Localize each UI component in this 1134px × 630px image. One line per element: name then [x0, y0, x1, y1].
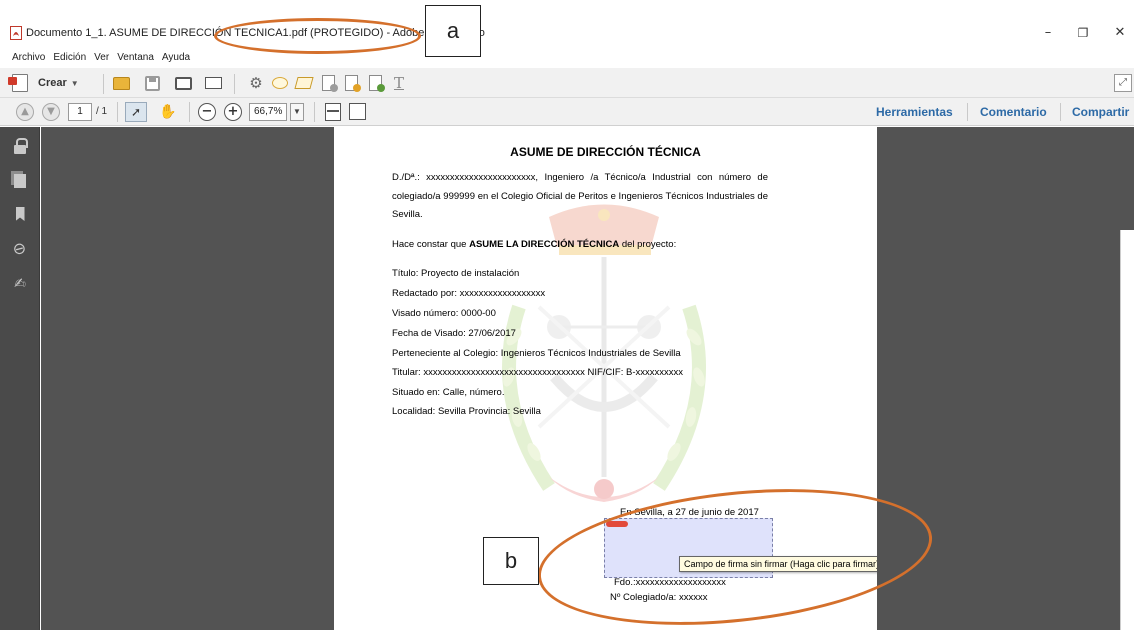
email-icon[interactable]	[204, 74, 222, 92]
chevron-down-icon: ▼	[70, 78, 79, 88]
create-button[interactable]: Crear ▼	[8, 73, 79, 93]
zoom-in-icon[interactable]: +	[224, 103, 242, 121]
highlight-icon[interactable]	[294, 74, 314, 92]
main-toolbar: Crear ▼ ⚙ T ⤢	[0, 68, 1134, 98]
title-bar: Documento 1_1. ASUME DE DIRECCIÓN TECNIC…	[0, 0, 1134, 48]
menu-ventana[interactable]: Ventana	[117, 52, 154, 63]
annotation-label-b: b	[483, 537, 539, 585]
field-situado: Situado en: Calle, número.	[392, 387, 505, 398]
toolbar-divider	[103, 74, 104, 94]
annotation-ellipse-a	[214, 18, 421, 54]
intro-paragraph: D./Dª.: xxxxxxxxxxxxxxxxxxxxxxx, Ingenie…	[392, 172, 768, 220]
statement-line: Hace constar que ASUME LA DIRECCIÓN TÉCN…	[392, 239, 676, 250]
zoom-out-icon[interactable]: −	[198, 103, 216, 121]
tab-herramientas[interactable]: Herramientas	[876, 105, 953, 119]
document-title: ASUME DE DIRECCIÓN TÉCNICA	[510, 145, 701, 159]
field-colegio: Perteneciente al Colegio: Ingenieros Téc…	[392, 348, 681, 359]
settings-icon[interactable]: ⚙	[247, 74, 265, 92]
toolbar-divider	[117, 102, 118, 122]
previous-page-icon[interactable]: ▲	[16, 103, 34, 121]
tab-divider	[1060, 103, 1061, 121]
tab-compartir[interactable]: Compartir	[1072, 105, 1129, 119]
navigation-pane: ⊘ ✍	[0, 127, 40, 630]
page-number-input[interactable]: 1	[68, 103, 92, 121]
toolbar-divider	[314, 102, 315, 122]
open-icon[interactable]	[112, 74, 130, 92]
vertical-scrollbar[interactable]	[1120, 230, 1134, 630]
restore-button[interactable]: ❐	[1068, 22, 1098, 44]
field-titulo: Título: Proyecto de instalación	[392, 268, 520, 279]
page-total: / 1	[96, 106, 108, 117]
create-label: Crear	[38, 77, 67, 89]
toolbar-divider	[189, 102, 190, 122]
statement-prefix: Hace constar que	[392, 239, 470, 250]
menu-archivo[interactable]: Archivo	[12, 52, 45, 63]
menu-ayuda[interactable]: Ayuda	[162, 52, 190, 63]
field-localidad: Localidad: Sevilla Provincia: Sevilla	[392, 406, 541, 417]
comment-icon[interactable]	[271, 74, 289, 92]
menu-ver[interactable]: Ver	[94, 52, 109, 63]
field-visado: Visado número: 0000-00	[392, 308, 496, 319]
zoom-dropdown-icon[interactable]: ▼	[290, 103, 304, 121]
lock-icon[interactable]	[12, 137, 28, 155]
share-icon[interactable]	[366, 74, 385, 92]
menu-bar: Archivo Edición Ver Ventana Ayuda	[0, 48, 1134, 66]
statement-bold: ASUME LA DIRECCIÓN TÉCNICA	[469, 239, 620, 250]
field-redactado: Redactado por: xxxxxxxxxxxxxxxxxx	[392, 288, 546, 299]
fit-page-icon[interactable]	[325, 103, 341, 121]
print-icon[interactable]	[174, 74, 192, 92]
annotation-label-a: a	[425, 5, 481, 57]
minimize-button[interactable]: –	[1033, 22, 1063, 44]
pdf-icon	[10, 26, 22, 40]
statement-suffix: del proyecto:	[619, 239, 677, 250]
text-icon[interactable]: T	[390, 74, 408, 92]
export-icon[interactable]	[342, 74, 361, 92]
hand-tool-icon[interactable]: ✋	[157, 102, 179, 122]
create-icon	[8, 74, 28, 92]
bookmark-icon[interactable]	[12, 205, 28, 223]
select-tool-icon[interactable]: ➚	[125, 102, 147, 122]
expand-icon[interactable]: ⤢	[1114, 74, 1132, 92]
field-titular: Titular: xxxxxxxxxxxxxxxxxxxxxxxxxxxxxxx…	[392, 367, 683, 378]
next-page-icon[interactable]: ▼	[42, 103, 60, 121]
signature-icon[interactable]: ✍	[12, 275, 28, 293]
doc-icon[interactable]	[319, 74, 338, 92]
field-fecha-visado: Fecha de Visado: 27/06/2017	[392, 328, 516, 339]
tab-divider	[967, 103, 968, 121]
attachment-icon[interactable]: ⊘	[9, 236, 30, 259]
zoom-input[interactable]: 66,7%	[249, 103, 287, 121]
nav-toolbar: ▲ ▼ 1 / 1 ➚ ✋ − + 66,7% ▼ Herramientas C…	[0, 98, 1134, 126]
save-icon[interactable]	[143, 74, 161, 92]
toolbar-divider	[234, 74, 235, 94]
fit-width-icon[interactable]	[349, 103, 366, 120]
menu-edicion[interactable]: Edición	[53, 52, 86, 63]
tab-comentario[interactable]: Comentario	[980, 105, 1047, 119]
close-button[interactable]: ✕	[1105, 22, 1134, 44]
pages-icon[interactable]	[12, 172, 28, 190]
